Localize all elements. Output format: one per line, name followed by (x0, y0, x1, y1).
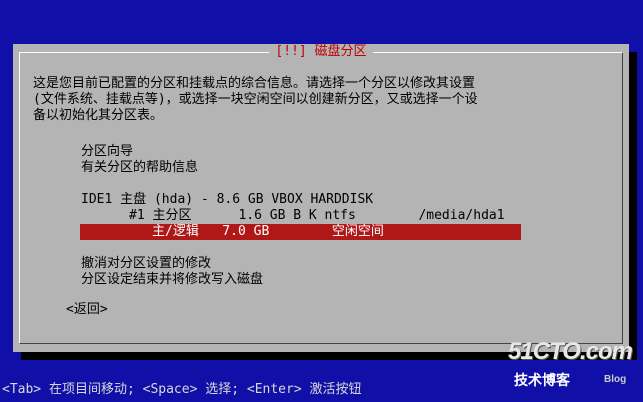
partition-help-item[interactable]: 有关分区的帮助信息 (81, 160, 198, 176)
free-space-item-selected[interactable]: 主/逻辑 7.0 GB 空闲空间 (80, 224, 521, 240)
undo-changes-item[interactable]: 撤消对分区设置的修改 (81, 256, 211, 272)
watermark-blog: Blog (604, 374, 627, 385)
guided-partitioning-item[interactable]: 分区向导 (81, 144, 133, 160)
watermark-tagline: 技术博客 (514, 372, 570, 388)
watermark-site: 51CTO.com (508, 338, 633, 365)
back-button[interactable]: <返回> (66, 302, 108, 318)
dialog-title-text: [!!] 磁盘分区 (269, 44, 373, 59)
free-space-label: 主/逻辑 7.0 GB 空闲空间 (152, 224, 384, 239)
partition-dialog: [!!] 磁盘分区 这是您目前已配置的分区和挂载点的综合信息。请选择一个分区以修… (13, 44, 629, 352)
dialog-title: [!!] 磁盘分区 (20, 44, 622, 60)
finish-partitioning-item[interactable]: 分区设定结束并将修改写入磁盘 (81, 272, 263, 288)
disk-item[interactable]: IDE1 主盘 (hda) - 8.6 GB VBOX HARDDISK (81, 192, 373, 208)
watermark-logo: 51CTO.com 技术博客 Blog (508, 338, 638, 388)
dialog-description: 这是您目前已配置的分区和挂载点的综合信息。请选择一个分区以修改其设置 (文件系统… (33, 76, 478, 123)
keyboard-hint: <Tab> 在项目间移动; <Space> 选择; <Enter> 激活按钮 (2, 382, 362, 397)
partition-item-1[interactable]: #1 主分区 1.6 GB B K ntfs /media/hda1 (129, 208, 505, 224)
